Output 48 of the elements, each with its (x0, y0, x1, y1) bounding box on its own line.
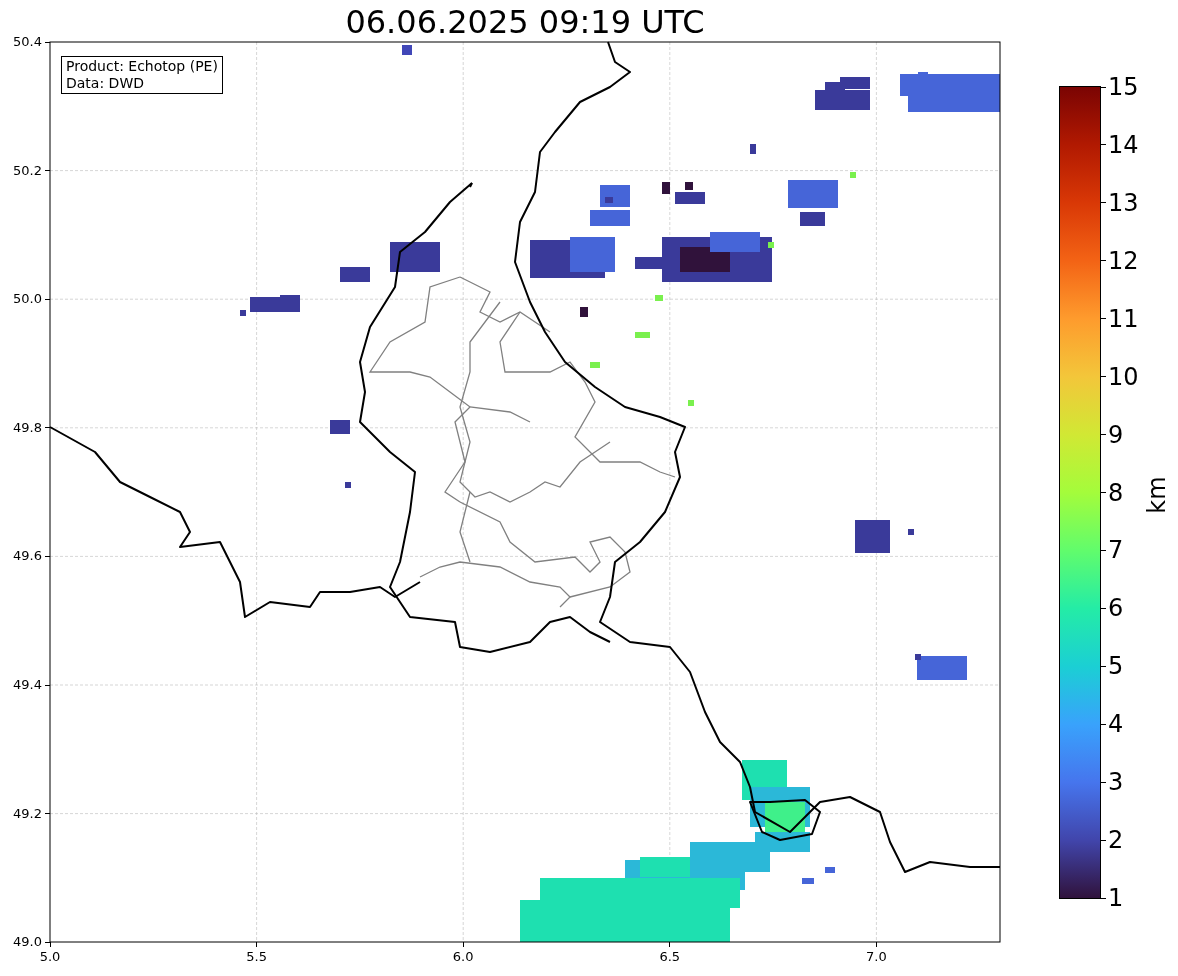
radar-echo (915, 654, 967, 680)
y-tick-label: 49.4 (12, 677, 42, 693)
radar-echo (240, 295, 300, 316)
radar-echo (330, 420, 351, 488)
radar-echo (402, 45, 412, 55)
colorbar-tick-label: 2 (1108, 826, 1124, 855)
colorbar-tick-label: 5 (1108, 652, 1124, 681)
x-tick-label: 6.0 (451, 949, 475, 965)
y-tick-label: 49.8 (12, 419, 42, 436)
colorbar-tick-label: 3 (1108, 768, 1124, 797)
radar-echo (788, 180, 838, 226)
colorbar-label: km (1143, 476, 1171, 514)
y-tick-label: 50.2 (12, 162, 42, 179)
y-tick-label: 50.0 (12, 291, 42, 308)
radar-echo (750, 144, 756, 154)
radar-echo (855, 520, 914, 553)
radar-echo (635, 332, 650, 338)
radar-echo (655, 295, 663, 301)
colorbar-tick-label: 10 (1108, 362, 1139, 391)
colorbar-tick-label: 4 (1108, 710, 1124, 739)
colorbar-tick-label: 8 (1108, 478, 1124, 507)
colorbar-tick-label: 12 (1108, 246, 1139, 275)
x-tick-label: 7.0 (865, 949, 888, 965)
colorbar-tick-label: 9 (1108, 420, 1124, 449)
y-tick-label: 49.0 (12, 934, 42, 951)
colorbar-tick-label: 15 (1108, 73, 1139, 101)
colorbar-tick-label: 7 (1108, 536, 1124, 565)
colorbar-tick-label: 11 (1108, 304, 1139, 333)
radar-echo (815, 77, 870, 110)
radar-echo (580, 307, 588, 317)
legend-text: Data: DWD (66, 75, 145, 92)
radar-echo (590, 362, 600, 368)
colorbar-tick-label: 1 (1108, 884, 1124, 912)
radar-echo (662, 182, 705, 204)
x-tick-label: 6.5 (658, 949, 682, 965)
y-tick-label: 50.4 (12, 34, 42, 50)
colorbar-tick-label: 6 (1108, 594, 1124, 623)
y-tick-label: 49.6 (12, 548, 42, 565)
x-tick-label: 5.0 (38, 949, 62, 965)
colorbar-tick-label: 13 (1108, 188, 1139, 217)
colorbar-tick-label: 14 (1108, 130, 1139, 159)
y-tick-label: 49.2 (12, 805, 42, 822)
x-tick-label: 5.5 (245, 949, 268, 965)
radar-echo (688, 400, 694, 406)
legend-text: Product: Echotop (PE) (66, 58, 218, 75)
radar-echo (590, 185, 630, 226)
radar-echo (850, 172, 856, 178)
chart-title: 06.06.2025 09:19 UTC (344, 2, 706, 42)
